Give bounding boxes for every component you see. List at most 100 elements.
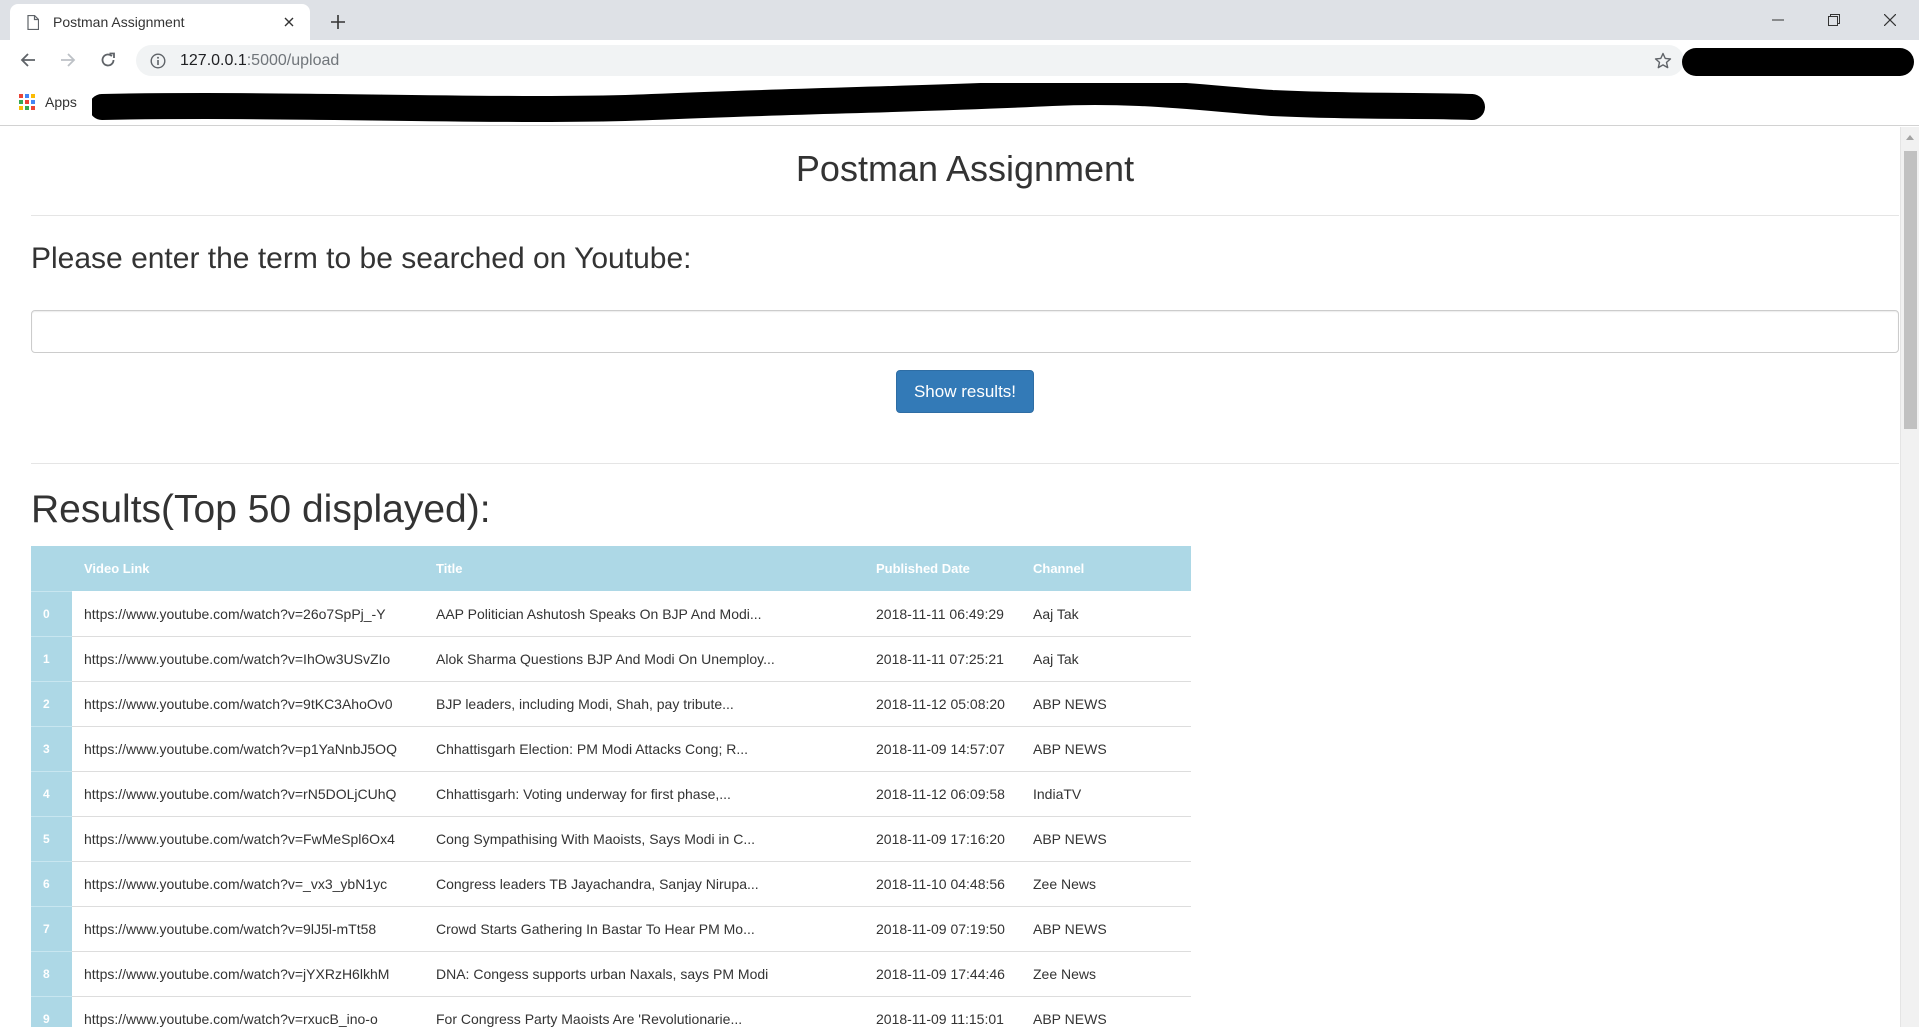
- redacted-profile-area: [1682, 48, 1914, 76]
- header-index: [31, 546, 72, 592]
- header-published-date: Published Date: [864, 546, 1021, 592]
- page-title: Postman Assignment: [795, 148, 1135, 189]
- video-link[interactable]: https://www.youtube.com/watch?v=jYXRzH6l…: [72, 951, 424, 997]
- row-index: 1: [31, 636, 72, 682]
- table-header-row: Video Link Title Published Date Channel: [31, 546, 1191, 592]
- url-text: 127.0.0.1:5000/upload: [180, 52, 339, 70]
- address-bar[interactable]: 127.0.0.1:5000/upload: [136, 45, 1684, 76]
- browser-tab[interactable]: Postman Assignment: [10, 4, 310, 40]
- header-channel: Channel: [1021, 546, 1191, 592]
- redacted-bookmarks-scribble: [92, 83, 1485, 122]
- video-link[interactable]: https://www.youtube.com/watch?v=rxucB_in…: [72, 996, 424, 1027]
- results-heading: Results(Top 50 displayed):: [31, 487, 491, 531]
- table-row: 8 https://www.youtube.com/watch?v=jYXRzH6…: [31, 951, 1191, 997]
- video-title: BJP leaders, including Modi, Shah, pay t…: [424, 681, 864, 727]
- forward-arrow-icon: [61, 53, 76, 67]
- row-index: 5: [31, 816, 72, 862]
- channel: ABP NEWS: [1021, 726, 1191, 772]
- search-prompt: Please enter the term to be searched on …: [31, 241, 692, 275]
- published-date: 2018-11-12 06:09:58: [864, 771, 1021, 817]
- row-index: 2: [31, 681, 72, 727]
- url-path: :5000/upload: [246, 51, 340, 69]
- scroll-up-arrow-icon[interactable]: [1906, 135, 1914, 140]
- video-link[interactable]: https://www.youtube.com/watch?v=26o7SpPj…: [72, 591, 424, 637]
- restore-icon: [1828, 14, 1840, 26]
- row-index: 6: [31, 861, 72, 907]
- show-results-button[interactable]: Show results!: [896, 369, 1034, 413]
- channel: Aaj Tak: [1021, 591, 1191, 637]
- video-link[interactable]: https://www.youtube.com/watch?v=_vx3_ybN…: [72, 861, 424, 907]
- video-title: Chhattisgarh: Voting underway for first …: [424, 771, 864, 817]
- published-date: 2018-11-09 17:44:46: [864, 951, 1021, 997]
- apps-label: Apps: [45, 94, 77, 110]
- published-date: 2018-11-09 07:19:50: [864, 906, 1021, 952]
- page-viewport: Postman Assignment Please enter the term…: [0, 127, 1900, 1027]
- minimize-button[interactable]: [1750, 0, 1806, 40]
- video-link[interactable]: https://www.youtube.com/watch?v=IhOw3USv…: [72, 636, 424, 682]
- close-window-button[interactable]: [1862, 0, 1918, 40]
- channel: Zee News: [1021, 951, 1191, 997]
- header-video-link: Video Link: [72, 546, 424, 592]
- back-arrow-icon: [20, 53, 35, 67]
- table-row: 1 https://www.youtube.com/watch?v=IhOw3US…: [31, 636, 1191, 682]
- scrollbar-thumb[interactable]: [1904, 151, 1917, 429]
- table-row: 2 https://www.youtube.com/watch?v=9tKC3Ah…: [31, 681, 1191, 727]
- close-tab-icon[interactable]: [280, 13, 298, 31]
- new-tab-button[interactable]: [324, 8, 352, 36]
- close-icon: [1884, 14, 1896, 26]
- apps-grid-icon: [19, 94, 35, 110]
- button-wrapper: Show results!: [31, 369, 1899, 413]
- video-title: Chhattisgarh Election: PM Modi Attacks C…: [424, 726, 864, 772]
- table-row: 4 https://www.youtube.com/watch?v=rN5DOLj…: [31, 771, 1191, 817]
- channel: Aaj Tak: [1021, 636, 1191, 682]
- info-icon[interactable]: [150, 52, 166, 69]
- row-index: 8: [31, 951, 72, 997]
- content-container: Postman Assignment Please enter the term…: [31, 127, 1899, 1027]
- row-index: 7: [31, 906, 72, 952]
- tab-strip: Postman Assignment: [0, 0, 1919, 40]
- channel: ABP NEWS: [1021, 996, 1191, 1027]
- document-icon: [27, 14, 39, 30]
- published-date: 2018-11-12 05:08:20: [864, 681, 1021, 727]
- header-title: Title: [424, 546, 864, 592]
- table-row: 9 https://www.youtube.com/watch?v=rxucB_i…: [31, 996, 1191, 1027]
- channel: ABP NEWS: [1021, 906, 1191, 952]
- published-date: 2018-11-09 11:15:01: [864, 996, 1021, 1027]
- video-title: Crowd Starts Gathering In Bastar To Hear…: [424, 906, 864, 952]
- row-index: 9: [31, 996, 72, 1027]
- video-link[interactable]: https://www.youtube.com/watch?v=rN5DOLjC…: [72, 771, 424, 817]
- video-title: For Congress Party Maoists Are 'Revoluti…: [424, 996, 864, 1027]
- table-row: 6 https://www.youtube.com/watch?v=_vx3_yb…: [31, 861, 1191, 907]
- plus-icon: [331, 15, 345, 29]
- row-index: 3: [31, 726, 72, 772]
- minimize-icon: [1772, 19, 1784, 21]
- channel: ABP NEWS: [1021, 816, 1191, 862]
- url-host: 127.0.0.1: [180, 51, 247, 69]
- published-date: 2018-11-11 06:49:29: [864, 591, 1021, 637]
- video-title: Alok Sharma Questions BJP And Modi On Un…: [424, 636, 864, 682]
- restore-button[interactable]: [1806, 0, 1862, 40]
- channel: Zee News: [1021, 861, 1191, 907]
- published-date: 2018-11-11 07:25:21: [864, 636, 1021, 682]
- back-button[interactable]: [14, 46, 42, 74]
- video-title: DNA: Congess supports urban Naxals, says…: [424, 951, 864, 997]
- published-date: 2018-11-09 17:16:20: [864, 816, 1021, 862]
- reload-icon: [101, 52, 115, 67]
- bookmark-star-icon[interactable]: [1654, 52, 1672, 70]
- tab-title: Postman Assignment: [53, 14, 185, 30]
- video-title: AAP Politician Ashutosh Speaks On BJP An…: [424, 591, 864, 637]
- apps-shortcut[interactable]: Apps: [19, 94, 77, 110]
- reload-button[interactable]: [94, 46, 122, 74]
- results-table: Video Link Title Published Date Channel …: [31, 546, 1191, 1027]
- forward-button[interactable]: [54, 46, 82, 74]
- video-link[interactable]: https://www.youtube.com/watch?v=9tKC3Aho…: [72, 681, 424, 727]
- video-title: Cong Sympathising With Maoists, Says Mod…: [424, 816, 864, 862]
- video-link[interactable]: https://www.youtube.com/watch?v=p1YaNnbJ…: [72, 726, 424, 772]
- video-title: Congress leaders TB Jayachandra, Sanjay …: [424, 861, 864, 907]
- video-link[interactable]: https://www.youtube.com/watch?v=FwMeSpl6…: [72, 816, 424, 862]
- page-scrollbar[interactable]: [1900, 127, 1919, 1027]
- search-input[interactable]: [31, 309, 1899, 353]
- table-row: 3 https://www.youtube.com/watch?v=p1YaNnb…: [31, 726, 1191, 772]
- video-link[interactable]: https://www.youtube.com/watch?v=9lJ5l-mT…: [72, 906, 424, 952]
- published-date: 2018-11-09 14:57:07: [864, 726, 1021, 772]
